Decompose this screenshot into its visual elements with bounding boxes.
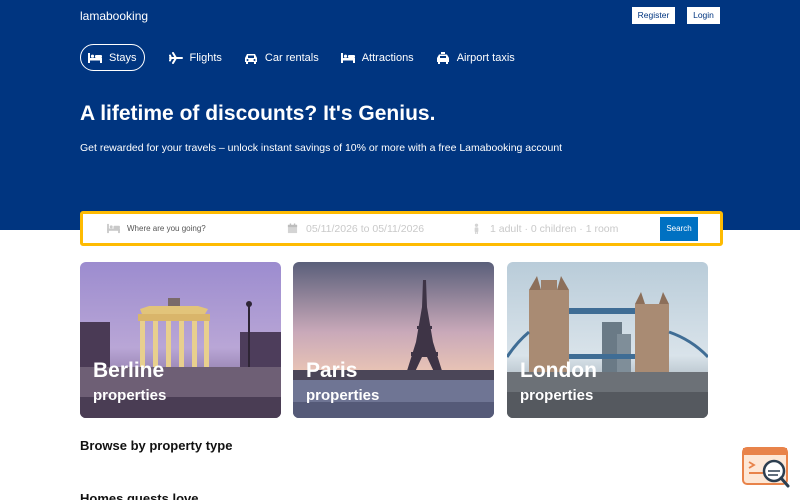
date-range-text: 05/11/2026 to 05/11/2026 bbox=[306, 222, 425, 235]
card-caption: properties bbox=[306, 387, 380, 404]
taxi-icon bbox=[436, 51, 449, 64]
featured-card-london[interactable]: London properties bbox=[507, 262, 708, 418]
person-icon bbox=[474, 223, 479, 234]
plane-icon bbox=[168, 51, 183, 64]
tab-car-rentals[interactable]: Car rentals bbox=[244, 44, 319, 71]
hero-subline: Get rewarded for your travels – unlock i… bbox=[80, 142, 563, 154]
card-caption: properties bbox=[93, 387, 167, 404]
card-city-title: London bbox=[520, 359, 597, 382]
hero-headline: A lifetime of discounts? It's Genius. bbox=[80, 102, 436, 125]
guests-text: 1 adult · 0 children · 1 room bbox=[490, 222, 619, 235]
destination-input[interactable] bbox=[127, 224, 277, 233]
site-logo[interactable]: lamabooking bbox=[80, 9, 148, 23]
destination-field[interactable] bbox=[107, 214, 277, 243]
featured-card-paris[interactable]: Paris properties bbox=[293, 262, 494, 418]
tab-label: Car rentals bbox=[264, 51, 319, 64]
tab-stays[interactable]: Stays bbox=[80, 44, 145, 71]
nav-tabs: Stays Flights Car rentals Attractions Ai… bbox=[80, 44, 537, 71]
tab-label: Attractions bbox=[361, 51, 414, 64]
browse-property-type-title: Browse by property type bbox=[80, 438, 233, 453]
tab-label: Flights bbox=[189, 51, 222, 64]
tab-attractions[interactable]: Attractions bbox=[340, 44, 414, 71]
tab-label: Airport taxis bbox=[456, 51, 515, 64]
car-icon bbox=[244, 53, 257, 64]
card-city-title: Paris bbox=[306, 359, 358, 382]
card-caption: properties bbox=[520, 387, 594, 404]
bed-icon bbox=[107, 223, 120, 234]
chat-support-icon[interactable] bbox=[741, 446, 791, 490]
calendar-icon bbox=[287, 223, 298, 234]
bed-icon bbox=[88, 52, 102, 63]
date-field[interactable]: 05/11/2026 to 05/11/2026 bbox=[286, 214, 424, 243]
search-button[interactable]: Search bbox=[660, 217, 698, 241]
tab-label: Stays bbox=[109, 51, 137, 64]
guests-field[interactable]: 1 adult · 0 children · 1 room bbox=[470, 214, 618, 243]
tab-airport-taxis[interactable]: Airport taxis bbox=[436, 44, 515, 71]
login-button[interactable]: Login bbox=[687, 7, 720, 24]
search-bar: 05/11/2026 to 05/11/2026 1 adult · 0 chi… bbox=[80, 211, 723, 246]
register-button[interactable]: Register bbox=[632, 7, 675, 24]
tab-flights[interactable]: Flights bbox=[168, 44, 222, 71]
bed-icon bbox=[340, 52, 355, 63]
homes-guests-love-title: Homes guests love bbox=[80, 491, 199, 500]
featured-card-berlin[interactable]: Berline properties bbox=[80, 262, 281, 418]
card-city-title: Berline bbox=[93, 359, 165, 382]
